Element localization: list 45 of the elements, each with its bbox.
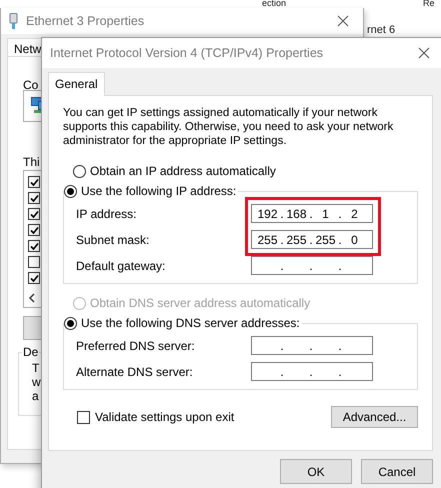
field-label: Alternate DNS server:: [76, 364, 194, 378]
checkbox[interactable]: [28, 192, 40, 204]
ip-address-field[interactable]: 255 . 255 . 255 . 0: [251, 230, 373, 249]
ip-address-field[interactable]: . . .: [251, 336, 373, 355]
radio-label: Obtain DNS server address automatically: [90, 296, 310, 310]
window-title: Internet Protocol Version 4 (TCP/IPv4) Properties: [50, 46, 324, 60]
radio-label: Use the following DNS server addresses:: [81, 316, 300, 330]
description-text: a: [32, 389, 40, 403]
section-label: Thi: [23, 155, 40, 169]
intro-text: You can get IP settings assigned automatically if your network supports this capability. Otherwise, you need to ask your network administrator for the appropriate IP settings.: [63, 106, 394, 148]
checkbox[interactable]: [28, 176, 40, 188]
dialog-button[interactable]: OK: [280, 459, 352, 484]
radio-label: Use the following IP address:: [81, 184, 236, 198]
window-title: Ethernet 3 Properties: [26, 14, 146, 28]
close-icon[interactable]: [418, 47, 430, 59]
scroll-left-icon[interactable]: [28, 293, 36, 303]
ip-address-field[interactable]: . . .: [251, 362, 373, 381]
connection-name: rnet 6: [367, 24, 396, 36]
checkbox[interactable]: [28, 240, 40, 252]
checkbox-label: Validate settings upon exit: [95, 410, 234, 424]
checkbox[interactable]: [28, 272, 40, 284]
dialog-button[interactable]: Cancel: [361, 459, 433, 484]
section-label: Co: [23, 78, 38, 92]
field-label: IP address:: [76, 206, 138, 220]
checkbox[interactable]: [28, 224, 40, 236]
close-icon[interactable]: [337, 15, 349, 27]
advanced-button[interactable]: Advanced...: [331, 406, 418, 428]
checkbox[interactable]: [28, 208, 40, 220]
ip-address-field[interactable]: . . .: [251, 256, 373, 275]
checkbox[interactable]: [77, 410, 90, 424]
field-label: Preferred DNS server:: [76, 338, 196, 352]
field-label: Default gateway:: [76, 258, 166, 272]
radio-button[interactable]: [73, 164, 86, 178]
plug-icon: [9, 13, 18, 29]
column-header: Re: [423, 0, 435, 8]
field-label: Subnet mask:: [76, 232, 150, 246]
ip-address-field[interactable]: 192 . 168 . 1 . 2: [251, 204, 373, 223]
description-text: T: [32, 361, 40, 375]
tab[interactable]: General: [48, 72, 105, 96]
radio-button[interactable]: [64, 316, 77, 330]
radio-label: Obtain an IP address automatically: [90, 164, 276, 178]
group-label: De: [23, 345, 38, 359]
radio-button[interactable]: [64, 184, 77, 198]
description-text: w: [32, 375, 41, 389]
checkbox[interactable]: [28, 256, 40, 268]
